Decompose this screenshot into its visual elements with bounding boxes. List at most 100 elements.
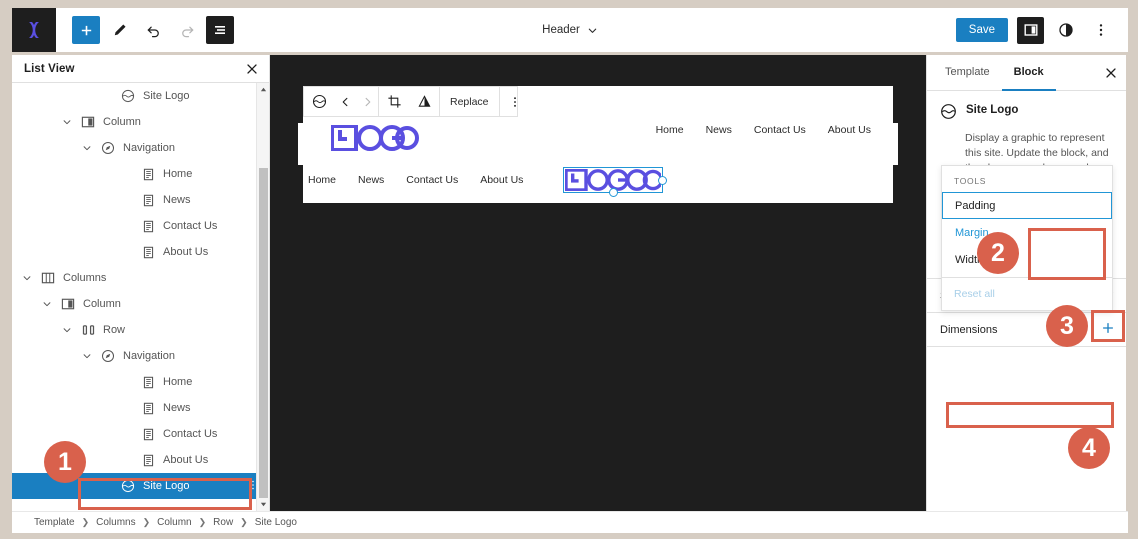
- move-previous-icon[interactable]: [334, 96, 356, 108]
- tab-block[interactable]: Block: [1002, 55, 1056, 91]
- resize-handle-right[interactable]: [658, 176, 667, 185]
- nav-link-home-2[interactable]: Home: [308, 174, 336, 186]
- block-toolbar: Replace: [303, 86, 518, 117]
- tools-item-padding[interactable]: Padding: [942, 192, 1112, 219]
- block-settings-sidebar: Template Block Site Logo Display a graph…: [926, 55, 1126, 511]
- scroll-up-arrow-icon[interactable]: [257, 83, 269, 96]
- chevron-down-icon[interactable]: [20, 271, 34, 285]
- page-icon: [140, 400, 156, 416]
- tools-item-width[interactable]: Width: [942, 246, 1112, 273]
- list-view-header: List View: [12, 55, 269, 83]
- column-icon: [80, 114, 96, 130]
- breadcrumb-item-row[interactable]: Row: [213, 517, 233, 528]
- breadcrumb-item-columns[interactable]: Columns: [96, 517, 135, 528]
- list-view-item[interactable]: Site Logo: [12, 473, 269, 499]
- tools-item-margin[interactable]: Margin: [942, 219, 1112, 246]
- list-view-item[interactable]: Row: [12, 317, 269, 343]
- add-block-button[interactable]: [72, 16, 100, 44]
- close-icon[interactable]: [1096, 55, 1126, 90]
- canvas-right-handle[interactable]: [893, 123, 898, 165]
- chevron-placeholder: [120, 219, 134, 233]
- chevron-down-icon[interactable]: [40, 297, 54, 311]
- list-view-item[interactable]: Columns: [12, 265, 269, 291]
- styles-contrast-button[interactable]: [1053, 17, 1079, 43]
- replace-button[interactable]: Replace: [440, 96, 499, 108]
- header-nav-left: Home News Contact Us About Us: [308, 174, 523, 186]
- vertical-ellipsis-icon[interactable]: [500, 95, 530, 109]
- crop-icon[interactable]: [379, 94, 409, 109]
- chevron-down-icon[interactable]: [80, 349, 94, 363]
- list-view-item[interactable]: Contact Us: [12, 421, 269, 447]
- plus-icon[interactable]: [1101, 321, 1115, 339]
- list-view-item-label: Navigation: [123, 350, 175, 362]
- page-icon: [140, 166, 156, 182]
- list-view-item[interactable]: Navigation: [12, 135, 269, 161]
- settings-sidebar-toggle[interactable]: [1017, 17, 1044, 44]
- page-icon: [140, 218, 156, 234]
- list-view-item-label: Contact Us: [163, 220, 217, 232]
- section-dimensions[interactable]: Dimensions: [927, 313, 1126, 347]
- list-view-item[interactable]: Contact Us: [12, 213, 269, 239]
- list-view-item-label: Home: [163, 376, 192, 388]
- undo-button[interactable]: [138, 15, 168, 45]
- site-logo-icon[interactable]: [304, 94, 334, 109]
- move-next-icon[interactable]: [356, 96, 378, 108]
- scrollbar-thumb[interactable]: [259, 168, 268, 498]
- breadcrumb-item-template[interactable]: Template: [34, 517, 75, 528]
- list-view-button[interactable]: [206, 16, 234, 44]
- canvas-left-handle[interactable]: [298, 123, 303, 165]
- page-icon: [140, 374, 156, 390]
- resize-handle-bottom[interactable]: [609, 188, 618, 197]
- site-logo-graphic[interactable]: [331, 125, 419, 156]
- chevron-down-icon[interactable]: [80, 141, 94, 155]
- nav-link-news-2[interactable]: News: [358, 174, 384, 186]
- wordpress-site-icon[interactable]: [12, 8, 56, 52]
- nav-link-home[interactable]: Home: [656, 124, 684, 136]
- list-view-body: Site LogoColumnNavigationHomeNewsContact…: [12, 83, 269, 511]
- breadcrumb-item-site-logo[interactable]: Site Logo: [255, 517, 297, 528]
- page-icon: [140, 452, 156, 468]
- chevron-down-icon[interactable]: [60, 323, 74, 337]
- edit-pencil-button[interactable]: [104, 15, 134, 45]
- list-view-item[interactable]: Column: [12, 109, 269, 135]
- scroll-down-arrow-icon[interactable]: [257, 498, 269, 511]
- chevron-placeholder: [120, 401, 134, 415]
- close-icon[interactable]: [243, 60, 261, 78]
- editor-canvas[interactable]: Home News Contact Us About Us Home News …: [270, 55, 926, 511]
- nav-link-about-us-2[interactable]: About Us: [480, 174, 523, 186]
- block-name-label: Site Logo: [966, 104, 1018, 125]
- nav-link-contact-us-2[interactable]: Contact Us: [406, 174, 458, 186]
- list-view-item[interactable]: Column: [12, 291, 269, 317]
- tab-template[interactable]: Template: [933, 55, 1002, 91]
- redo-button[interactable]: [172, 15, 202, 45]
- chevron-placeholder: [120, 167, 134, 181]
- document-title-dropdown[interactable]: Header: [542, 24, 598, 36]
- nav-link-news[interactable]: News: [706, 124, 732, 136]
- save-button[interactable]: Save: [956, 18, 1008, 42]
- list-view-item[interactable]: Site Logo: [12, 83, 269, 109]
- list-view-item[interactable]: News: [12, 187, 269, 213]
- block-toolbar-group-more: [500, 87, 530, 116]
- list-view-item[interactable]: About Us: [12, 239, 269, 265]
- list-view-item[interactable]: News: [12, 395, 269, 421]
- list-view-item-label: Row: [103, 324, 125, 336]
- list-view-item[interactable]: Navigation: [12, 343, 269, 369]
- reset-all-button[interactable]: Reset all: [942, 278, 1112, 310]
- nav-link-about-us[interactable]: About Us: [828, 124, 871, 136]
- duotone-overlay-icon[interactable]: [409, 94, 439, 109]
- list-view-scrollbar[interactable]: [256, 83, 269, 511]
- list-view-item[interactable]: Home: [12, 161, 269, 187]
- chevron-down-icon[interactable]: [60, 115, 74, 129]
- block-toolbar-group-replace: Replace: [440, 87, 500, 116]
- list-view-item-label: Columns: [63, 272, 106, 284]
- selected-site-logo-block[interactable]: [563, 167, 663, 193]
- page-icon: [140, 426, 156, 442]
- block-header: Site Logo: [927, 91, 1126, 125]
- navigation-icon: [100, 140, 116, 156]
- breadcrumb-separator-icon: ❯: [143, 517, 151, 528]
- options-ellipsis-button[interactable]: [1088, 17, 1114, 43]
- list-view-item[interactable]: About Us: [12, 447, 269, 473]
- nav-link-contact-us[interactable]: Contact Us: [754, 124, 806, 136]
- breadcrumb-item-column[interactable]: Column: [157, 517, 191, 528]
- list-view-item[interactable]: Home: [12, 369, 269, 395]
